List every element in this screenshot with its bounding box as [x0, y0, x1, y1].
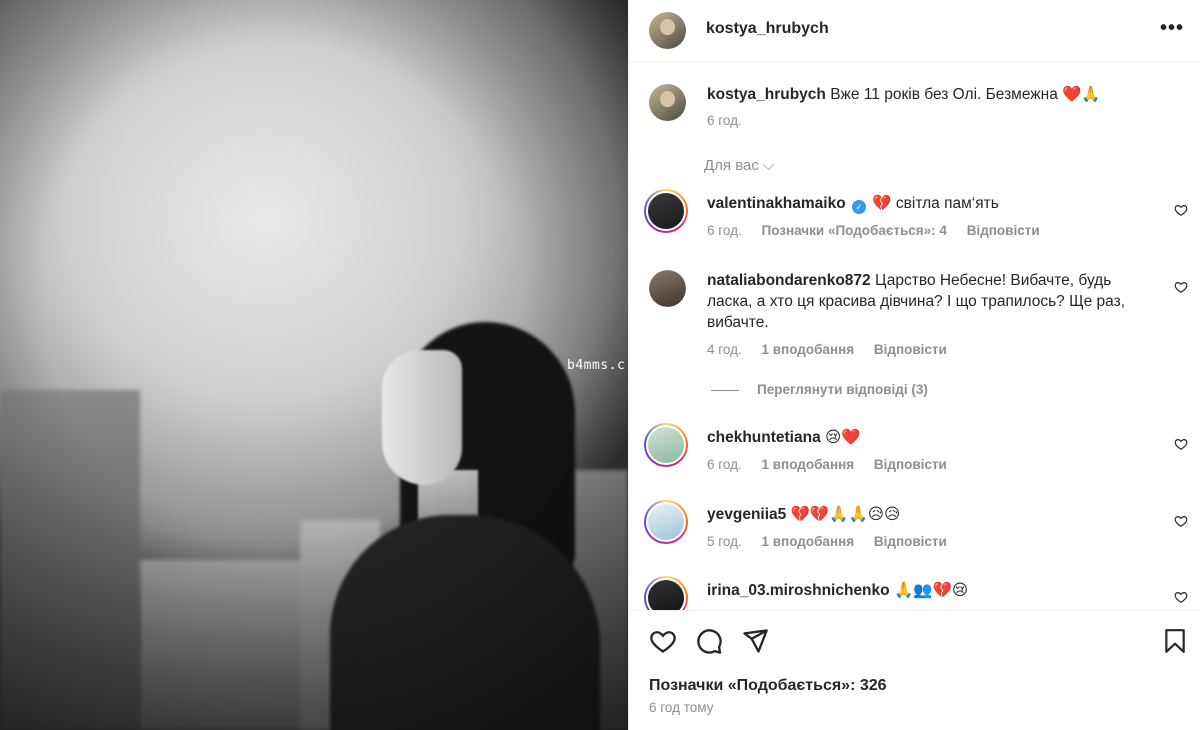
comment-avatar[interactable]	[644, 576, 688, 610]
reply-button[interactable]: Відповісти	[967, 223, 1040, 238]
view-replies-label: Переглянути відповіді (3)	[757, 382, 928, 397]
reply-button[interactable]: Відповісти	[874, 534, 947, 549]
comment-time: 6 год.	[707, 223, 742, 238]
share-icon[interactable]	[741, 627, 769, 655]
comment-heart-icon[interactable]	[1174, 590, 1188, 604]
comment-username[interactable]: yevgeniia5	[707, 506, 786, 523]
comment-time: 4 год.	[707, 342, 742, 357]
reply-button[interactable]: Відповісти	[874, 457, 947, 472]
watermark-text: b4mms.c	[567, 358, 626, 373]
replies-dash	[711, 389, 739, 391]
comment-meta: 6 год. 1 вподобання Відповісти	[707, 457, 963, 472]
comment-text: irina_03.miroshnichenko 🙏👥💔😢	[707, 580, 1160, 601]
for-you-sort-dropdown[interactable]: Для вас ⌵	[704, 157, 774, 174]
comment-heart-icon[interactable]	[1174, 437, 1188, 451]
save-icon[interactable]	[1162, 627, 1188, 655]
comment-username[interactable]: nataliabondarenko872	[707, 272, 871, 289]
caption-time: 6 год.	[707, 113, 742, 128]
caption-username[interactable]: kostya_hrubych	[707, 86, 826, 103]
action-bar	[649, 627, 1188, 657]
comment-heart-icon[interactable]	[1174, 203, 1188, 217]
post-header: kostya_hrubych •••	[629, 0, 1200, 62]
comment-time: 6 год.	[707, 457, 742, 472]
comment-username[interactable]: chekhuntetiana	[707, 429, 821, 446]
comment-meta: 6 год. Позначки «Подобається»: 4 Відпові…	[707, 223, 1056, 238]
author-username[interactable]: kostya_hrubych	[706, 20, 829, 38]
comment-avatar[interactable]	[644, 500, 688, 544]
comments-list[interactable]: kostya_hrubych Вже 11 років без Олі. Без…	[629, 62, 1200, 610]
author-avatar[interactable]	[649, 12, 686, 49]
comment-body: 😢❤️	[825, 429, 861, 446]
like-icon[interactable]	[649, 627, 677, 655]
comment-time: 5 год.	[707, 534, 742, 549]
caption-avatar[interactable]	[649, 84, 686, 121]
verified-badge-icon: ✓	[852, 200, 867, 214]
comment-avatar[interactable]	[644, 423, 688, 467]
comment-likes-button[interactable]: 1 вподобання	[762, 457, 855, 472]
comment-meta: 4 год. 1 вподобання Відповісти	[707, 342, 963, 357]
comment-body: 💔💔🙏🙏😥😥	[790, 506, 901, 523]
post-likes-count[interactable]: Позначки «Подобається»: 326	[649, 677, 887, 695]
comment-body: 🙏👥💔😢	[893, 582, 968, 599]
comment-heart-icon[interactable]	[1174, 280, 1188, 294]
caption-meta: 6 год.	[707, 113, 758, 128]
comment-likes-button[interactable]: 1 вподобання	[762, 342, 855, 357]
more-icon[interactable]: •••	[1160, 17, 1184, 40]
comment-avatar[interactable]	[649, 270, 686, 307]
post-timestamp: 6 год тому	[649, 700, 714, 715]
comment-likes-button[interactable]: 1 вподобання	[762, 534, 855, 549]
view-replies-button[interactable]: Переглянути відповіді (3)	[711, 382, 928, 397]
comment-username[interactable]: valentinakhamaiko	[707, 195, 846, 212]
comment-text: nataliabondarenko872 Царство Небесне! Ви…	[707, 270, 1160, 333]
comment-text: chekhuntetiana 😢❤️	[707, 427, 1160, 448]
post-photo[interactable]: b4mms.c	[0, 0, 628, 730]
comment-text: valentinakhamaiko ✓ 💔 світла пам‘ять	[707, 193, 1160, 214]
post-footer: Позначки «Подобається»: 326 6 год тому	[629, 610, 1200, 730]
caption-body: Вже 11 років без Олі. Безмежна ❤️🙏	[830, 86, 1101, 103]
comment-likes-button[interactable]: Позначки «Подобається»: 4	[762, 223, 947, 238]
comment-body: 💔 світла пам‘ять	[872, 195, 999, 212]
comment-heart-icon[interactable]	[1174, 514, 1188, 528]
reply-button[interactable]: Відповісти	[874, 342, 947, 357]
caption-text: kostya_hrubych Вже 11 років без Олі. Без…	[707, 84, 1160, 105]
comment-icon[interactable]	[695, 627, 723, 655]
comment-meta: 5 год. 1 вподобання Відповісти	[707, 534, 963, 549]
comment-username[interactable]: irina_03.miroshnichenko	[707, 582, 890, 599]
photo-vignette	[0, 0, 628, 730]
post-detail-panel: kostya_hrubych ••• kostya_hrubych Вже 11…	[628, 0, 1200, 730]
comment-text: yevgeniia5 💔💔🙏🙏😥😥	[707, 504, 1160, 525]
comment-avatar[interactable]	[644, 189, 688, 233]
